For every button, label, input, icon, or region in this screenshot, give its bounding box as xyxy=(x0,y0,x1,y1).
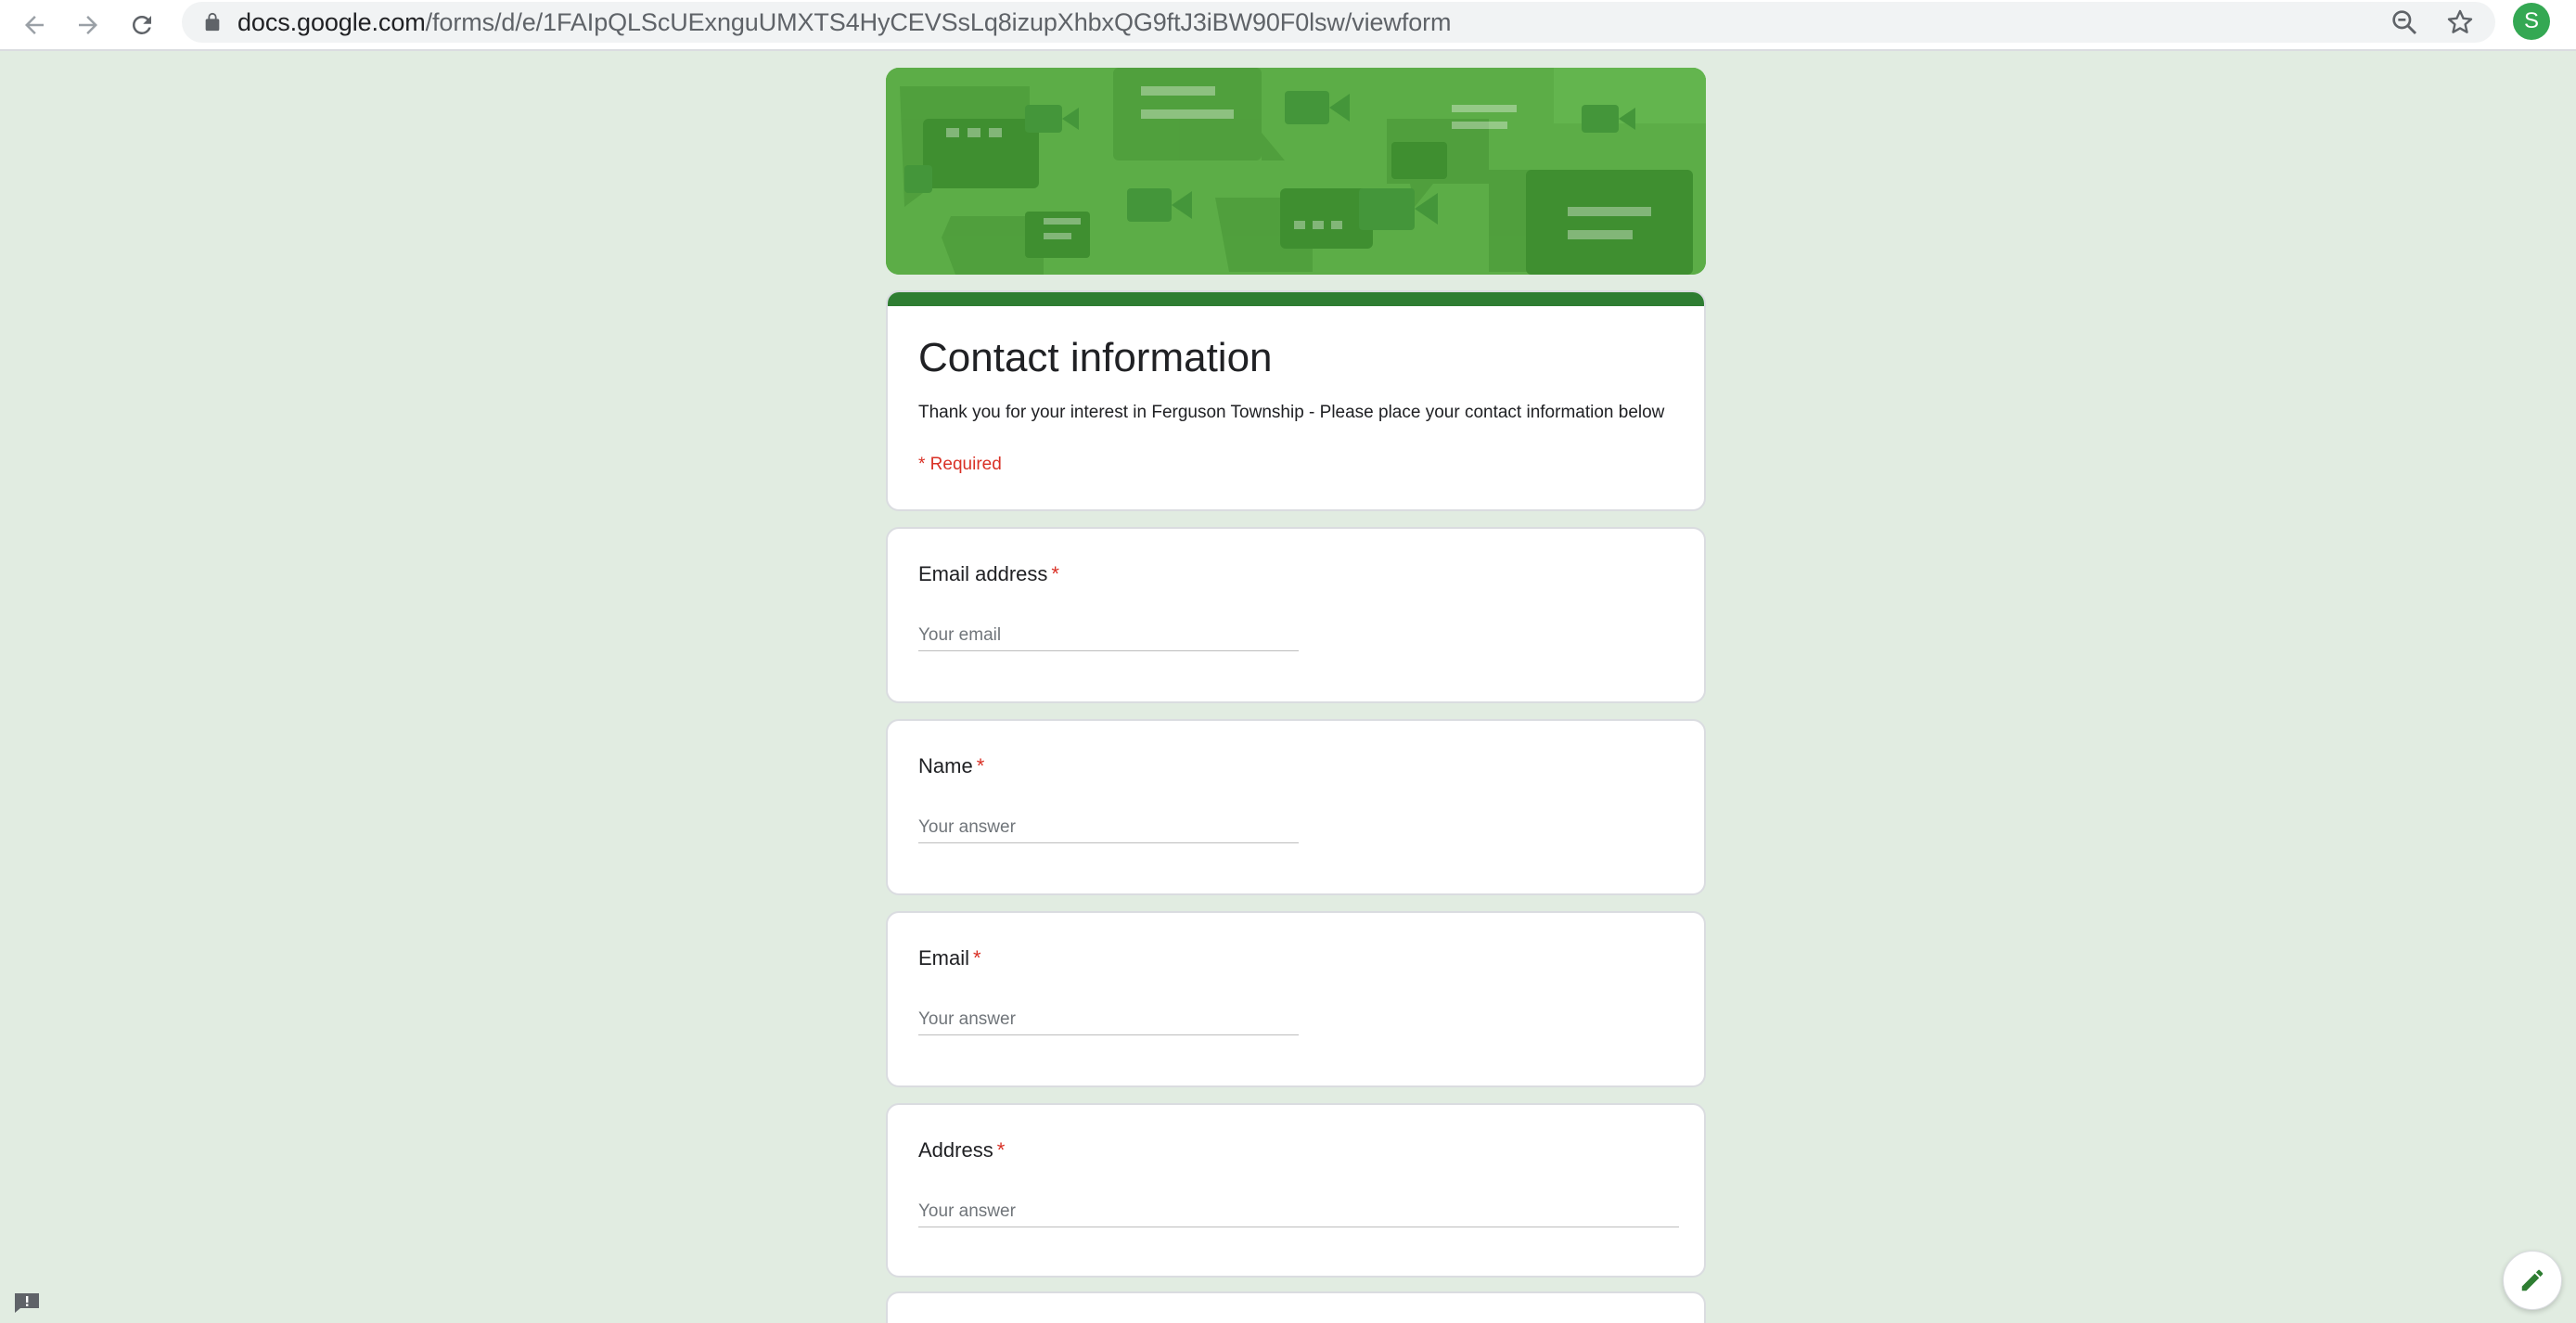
question-label-text: Address xyxy=(918,1138,993,1162)
required-note: * Required xyxy=(918,455,1002,474)
input-placeholder: Your answer xyxy=(918,1201,1016,1221)
profile-avatar[interactable]: S xyxy=(2513,3,2550,40)
question-label-text: Email xyxy=(918,946,970,970)
question-label: Email address * xyxy=(918,562,1059,586)
form-container: Contact information Thank you for your i… xyxy=(886,68,1706,1278)
input-placeholder: Your answer xyxy=(918,1009,1016,1029)
forward-arrow-icon xyxy=(79,15,97,34)
input-placeholder: Your answer xyxy=(918,817,1016,837)
next-question-card xyxy=(886,1291,1706,1323)
accent-bar xyxy=(888,292,1704,306)
required-asterisk: * xyxy=(996,1138,1006,1162)
question-label-text: Name xyxy=(918,754,973,777)
zoom-out-icon[interactable] xyxy=(2390,7,2419,37)
required-asterisk: * xyxy=(1051,562,1059,585)
question-label: Name * xyxy=(918,754,984,778)
name-input[interactable]: Your answer xyxy=(918,816,1299,843)
reload-button[interactable] xyxy=(121,4,163,46)
question-label-text: Email address xyxy=(918,562,1048,585)
url-host: docs.google.com xyxy=(237,7,426,36)
address-bar[interactable]: docs.google.com/forms/d/e/1FAIpQLScUExng… xyxy=(182,2,2495,43)
edit-button[interactable] xyxy=(2503,1251,2562,1310)
input-placeholder: Your email xyxy=(918,625,1002,645)
form-title: Contact information xyxy=(918,335,1273,380)
question-card-email: Email * Your answer xyxy=(886,911,1706,1087)
question-label: Address * xyxy=(918,1138,1005,1162)
required-asterisk: * xyxy=(976,754,985,777)
form-header-image xyxy=(886,68,1706,275)
form-title-card: Contact information Thank you for your i… xyxy=(886,290,1706,511)
back-arrow-icon xyxy=(25,15,44,34)
star-icon[interactable] xyxy=(2445,7,2475,37)
email-input[interactable]: Your answer xyxy=(918,1008,1299,1035)
form-description: Thank you for your interest in Ferguson … xyxy=(918,403,1665,422)
browser-toolbar: docs.google.com/forms/d/e/1FAIpQLScUExng… xyxy=(0,0,2576,51)
url-text: docs.google.com/forms/d/e/1FAIpQLScUExng… xyxy=(237,7,1452,37)
feedback-icon[interactable] xyxy=(13,1291,41,1314)
back-button[interactable] xyxy=(13,4,56,46)
lock-icon xyxy=(205,12,220,32)
url-path: /forms/d/e/1FAIpQLScUExnguUMXTS4HyCEVSsL… xyxy=(425,7,1452,36)
address-input[interactable]: Your answer xyxy=(918,1200,1679,1227)
required-asterisk: * xyxy=(973,946,981,970)
question-label: Email * xyxy=(918,946,981,970)
question-card-address: Address * Your answer xyxy=(886,1103,1706,1278)
question-card-name: Name * Your answer xyxy=(886,719,1706,895)
question-card-email-address: Email address * Your email xyxy=(886,527,1706,703)
pencil-icon xyxy=(2521,1269,2544,1291)
chat-pattern-banner xyxy=(886,68,1706,275)
reload-icon xyxy=(133,15,151,34)
email-address-input[interactable]: Your email xyxy=(918,623,1299,651)
forward-button[interactable] xyxy=(67,4,109,46)
